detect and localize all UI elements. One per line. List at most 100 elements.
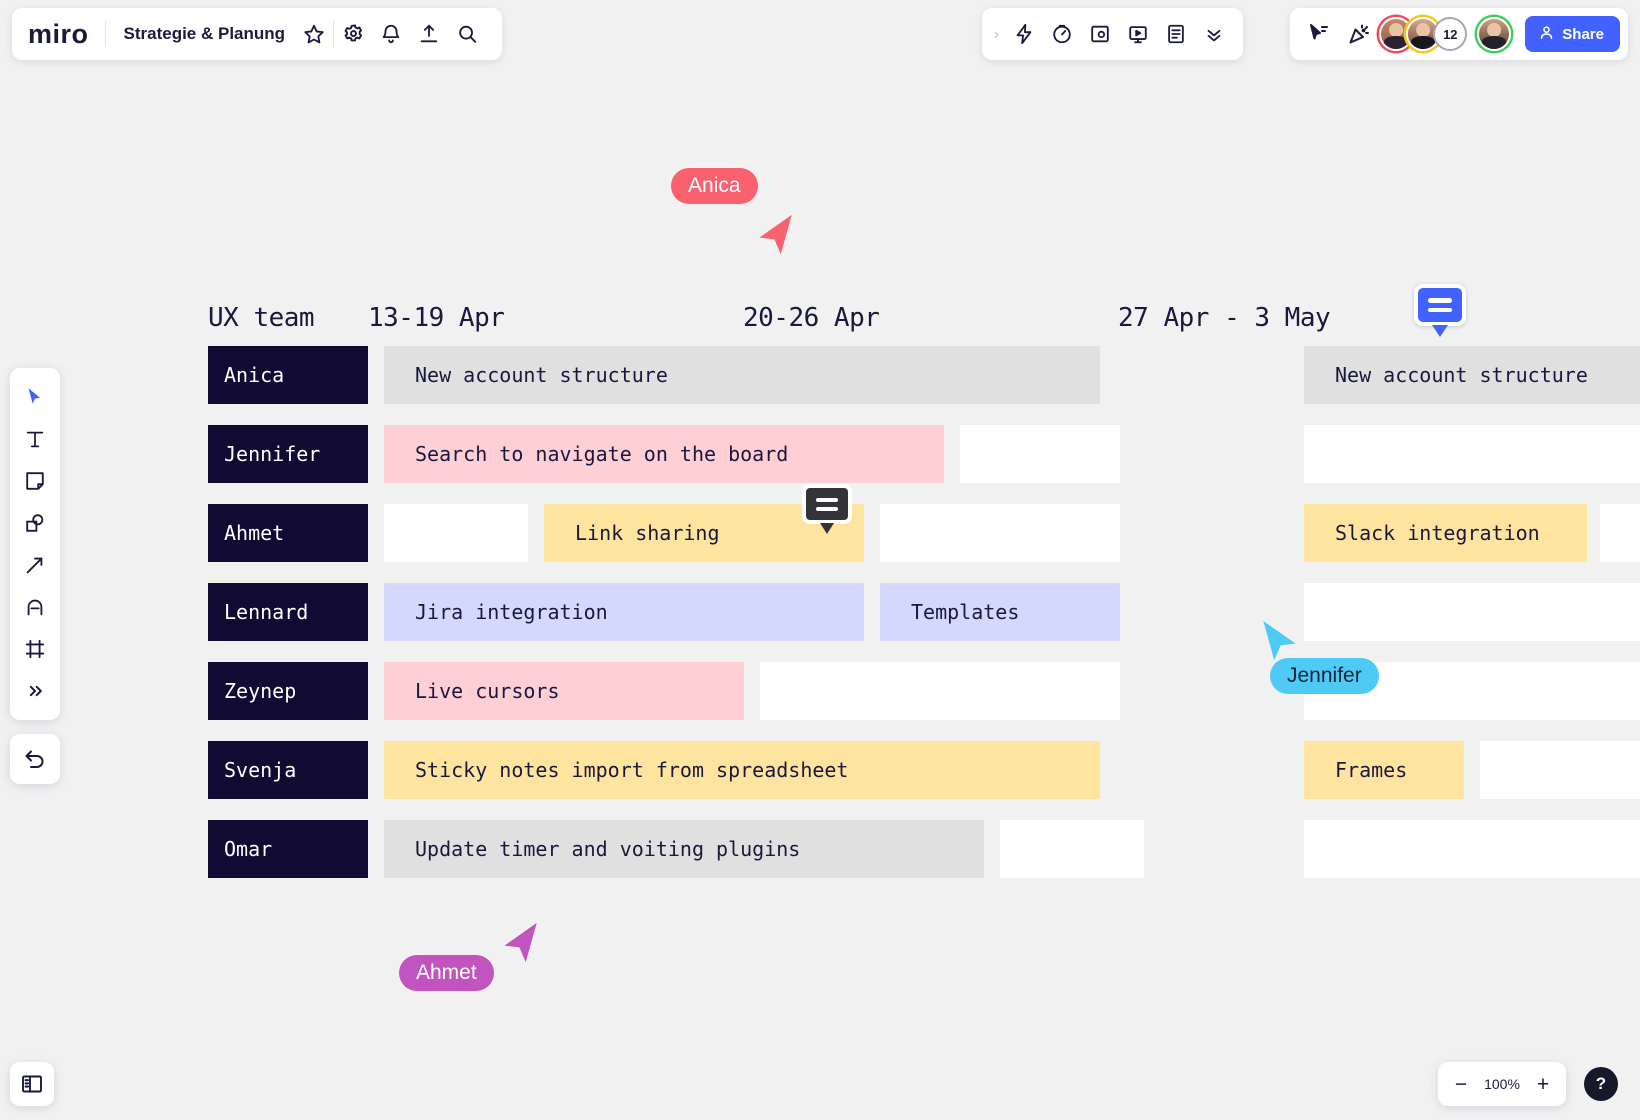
week-header-3: 27 Apr - 3 May xyxy=(1118,303,1331,333)
select-tool[interactable] xyxy=(15,377,55,417)
comment-line xyxy=(1428,298,1452,303)
board-header-row: UX team 13-19 Apr 20-26 Apr 27 Apr - 3 M… xyxy=(208,284,1500,346)
board-row-track: New account structure New account structu… xyxy=(384,346,1640,404)
board-row: Lennard Jira integration Templates xyxy=(208,583,1640,641)
avatar-self[interactable] xyxy=(1477,17,1512,51)
board-row-name[interactable]: Omar xyxy=(208,820,368,878)
board-row-name[interactable]: Svenja xyxy=(208,741,368,799)
live-cursor-label: Anica xyxy=(671,168,758,204)
comment-badge[interactable] xyxy=(1414,284,1466,326)
connector-tool[interactable] xyxy=(15,545,55,585)
empty-cell[interactable] xyxy=(1000,820,1144,878)
task-card[interactable]: Update timer and voiting plugins xyxy=(384,820,984,878)
miro-logo[interactable]: miro xyxy=(28,20,105,48)
board-header-bar: miro Strategie & Planung xyxy=(12,8,503,60)
board-row-name[interactable]: Zeynep xyxy=(208,662,368,720)
board-row: Omar Update timer and voiting plugins xyxy=(208,820,1640,878)
task-card[interactable]: Slack integration xyxy=(1304,504,1587,562)
empty-cell[interactable] xyxy=(384,504,528,562)
left-toolbar-wrap xyxy=(10,368,60,784)
week-header-1: 13-19 Apr xyxy=(368,303,505,333)
share-label: Share xyxy=(1562,25,1604,43)
board-row-name[interactable]: Anica xyxy=(208,346,368,404)
gear-icon[interactable] xyxy=(334,15,372,53)
board-row-name[interactable]: Jennifer xyxy=(208,425,368,483)
header-tools-bar: › xyxy=(982,8,1243,60)
board-row-track: Sticky notes import from spreadsheet Fram… xyxy=(384,741,1640,799)
empty-cell[interactable] xyxy=(960,425,1120,483)
comment-line xyxy=(816,497,838,502)
task-card[interactable]: Live cursors xyxy=(384,662,744,720)
chevron-right-icon[interactable]: › xyxy=(992,26,1005,43)
panel-toggle-button[interactable] xyxy=(10,1062,54,1106)
person-icon xyxy=(1538,24,1555,45)
presentation-icon[interactable] xyxy=(1119,15,1157,53)
live-cursor-pointer-icon xyxy=(755,212,797,263)
pen-tool[interactable] xyxy=(15,587,55,627)
comment-line xyxy=(1428,307,1452,312)
board-title[interactable]: Strategie & Planung xyxy=(106,24,296,44)
board-row: Jennifer Search to navigate on the board xyxy=(208,425,1640,483)
more-tools-button[interactable] xyxy=(15,671,55,711)
help-button[interactable]: ? xyxy=(1584,1067,1618,1101)
board-row: Svenja Sticky notes import from spreadshe… xyxy=(208,741,1640,799)
task-card[interactable]: New account structure xyxy=(1304,346,1640,404)
task-card[interactable]: Templates xyxy=(880,583,1120,641)
zoom-out-button[interactable]: − xyxy=(1444,1067,1478,1101)
empty-cell[interactable] xyxy=(760,662,1120,720)
live-cursor-pointer-icon xyxy=(1258,618,1300,669)
zoom-in-button[interactable]: + xyxy=(1526,1067,1560,1101)
undo-button[interactable] xyxy=(10,734,60,784)
miro-board-canvas: miro Strategie & Planung › 12 Share UX t… xyxy=(0,0,1640,1120)
board-row: Anica New account structure New account st… xyxy=(208,346,1640,404)
celebrate-icon[interactable] xyxy=(1340,15,1378,53)
comment-line xyxy=(816,506,838,511)
task-card[interactable]: Sticky notes import from spreadsheet xyxy=(384,741,1100,799)
task-card[interactable]: New account structure xyxy=(384,346,1100,404)
empty-cell[interactable] xyxy=(880,504,1120,562)
task-card[interactable]: Jira integration xyxy=(384,583,864,641)
sticky-note-tool[interactable] xyxy=(15,461,55,501)
empty-cell[interactable] xyxy=(1600,504,1640,562)
zoom-controls: − 100% + xyxy=(1438,1062,1566,1106)
live-cursor-label: Ahmet xyxy=(399,955,494,991)
frame-tool[interactable] xyxy=(15,629,55,669)
bell-icon[interactable] xyxy=(372,15,410,53)
collaborator-avatars: 12 xyxy=(1379,17,1512,51)
text-tool[interactable] xyxy=(15,419,55,459)
board-row-name[interactable]: Ahmet xyxy=(208,504,368,562)
live-cursor-pointer-icon xyxy=(500,920,542,971)
lightning-icon[interactable] xyxy=(1005,15,1043,53)
week-header-2: 20-26 Apr xyxy=(743,303,880,333)
video-icon[interactable] xyxy=(1081,15,1119,53)
planning-board: UX team 13-19 Apr 20-26 Apr 27 Apr - 3 M… xyxy=(208,284,1640,899)
board-rows: Anica New account structure New account st… xyxy=(208,346,1640,878)
zoom-level[interactable]: 100% xyxy=(1480,1076,1524,1092)
left-toolbar xyxy=(10,368,60,720)
timer-icon[interactable] xyxy=(1043,15,1081,53)
task-card[interactable]: Search to navigate on the board xyxy=(384,425,944,483)
board-row: Ahmet Link sharing Slack integration xyxy=(208,504,1640,562)
board-row-header-label: UX team xyxy=(208,303,315,333)
share-button[interactable]: Share xyxy=(1525,16,1620,52)
notes-icon[interactable] xyxy=(1157,15,1195,53)
empty-cell[interactable] xyxy=(1480,741,1640,799)
board-row-track: Jira integration Templates xyxy=(384,583,1640,641)
empty-cell[interactable] xyxy=(1304,425,1640,483)
board-row-track: Update timer and voiting plugins xyxy=(384,820,1640,878)
task-card[interactable]: Frames xyxy=(1304,741,1464,799)
empty-cell[interactable] xyxy=(1304,583,1640,641)
star-icon[interactable] xyxy=(295,15,333,53)
avatar-overflow-count[interactable]: 12 xyxy=(1433,17,1468,51)
chevrons-down-icon[interactable] xyxy=(1195,15,1233,53)
cursor-share-icon[interactable] xyxy=(1300,15,1338,53)
header-collab-bar: 12 Share xyxy=(1290,8,1628,60)
empty-cell[interactable] xyxy=(1304,820,1640,878)
board-row-track: Search to navigate on the board xyxy=(384,425,1640,483)
search-icon[interactable] xyxy=(448,15,486,53)
board-row-name[interactable]: Lennard xyxy=(208,583,368,641)
board-row-track: Link sharing Slack integration xyxy=(384,504,1640,562)
upload-icon[interactable] xyxy=(410,15,448,53)
comment-pin[interactable] xyxy=(802,484,852,524)
shapes-tool[interactable] xyxy=(15,503,55,543)
